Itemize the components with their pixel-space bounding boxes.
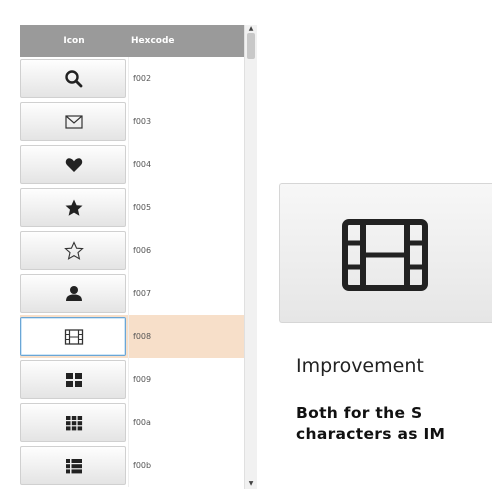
hex-cell: f007: [133, 289, 152, 298]
icon-preview-panel: [279, 183, 492, 323]
cell-divider: [128, 444, 129, 487]
table-row[interactable]: f00a: [20, 401, 246, 444]
hex-cell: f008: [133, 332, 152, 341]
cell-divider: [128, 358, 129, 401]
hex-cell: f004: [133, 160, 152, 169]
cell-divider: [128, 186, 129, 229]
film-icon: [342, 219, 428, 291]
icon-cell-button[interactable]: [20, 360, 126, 399]
table-row[interactable]: f006: [20, 229, 246, 272]
table-row[interactable]: f009: [20, 358, 246, 401]
icon-table: Icon Hexcode f002 f003 f004 f005 f006 f0…: [20, 25, 258, 489]
icon-cell-button[interactable]: [20, 274, 126, 313]
cell-divider: [128, 401, 129, 444]
scroll-up-arrow-icon[interactable]: ▲: [245, 25, 257, 33]
body-paragraph: Both for the S characters as IM: [296, 403, 445, 445]
icon-cell-button[interactable]: [20, 446, 126, 485]
icon-cell-button[interactable]: [20, 188, 126, 227]
table-row[interactable]: f002: [20, 57, 246, 100]
cell-divider: [128, 143, 129, 186]
hex-cell: f003: [133, 117, 152, 126]
scroll-down-arrow-icon[interactable]: ▼: [245, 479, 257, 489]
hex-cell: f002: [133, 74, 152, 83]
icon-cell-button[interactable]: [20, 145, 126, 184]
scroll-thumb[interactable]: [247, 33, 255, 59]
body-line-1: Both for the S: [296, 404, 423, 422]
user-icon: [66, 286, 82, 301]
table-row[interactable]: f007: [20, 272, 246, 315]
table-row[interactable]: f00b: [20, 444, 246, 487]
cell-divider: [128, 272, 129, 315]
hex-cell: f005: [133, 203, 152, 212]
star-icon: [65, 199, 83, 216]
table-row[interactable]: f003: [20, 100, 246, 143]
search-icon: [65, 70, 83, 88]
cell-divider: [128, 315, 129, 358]
icon-cell-button[interactable]: [20, 59, 126, 98]
film-icon: [64, 329, 84, 345]
column-header-icon[interactable]: Icon: [20, 25, 128, 57]
hex-cell: f009: [133, 375, 152, 384]
icon-cell-button[interactable]: [20, 102, 126, 141]
cell-divider: [128, 100, 129, 143]
table-row[interactable]: f004: [20, 143, 246, 186]
hex-cell: f006: [133, 246, 152, 255]
table-body: f002 f003 f004 f005 f006 f007 f008 f009 …: [20, 57, 246, 489]
th-large-icon: [66, 373, 82, 387]
cell-divider: [128, 57, 129, 100]
star-outline-icon: [64, 241, 84, 260]
hex-cell: f00b: [133, 461, 152, 470]
icon-cell-button[interactable]: [20, 317, 126, 356]
table-row[interactable]: f005: [20, 186, 246, 229]
table-row-selected[interactable]: f008: [20, 315, 246, 358]
th-list-icon: [66, 459, 82, 474]
table-header: Icon Hexcode: [20, 25, 246, 57]
hex-cell: f00a: [133, 418, 151, 427]
icon-cell-button[interactable]: [20, 231, 126, 270]
th-icon: [66, 416, 83, 431]
envelope-icon: [65, 115, 83, 129]
body-line-2: characters as IM: [296, 425, 446, 443]
heart-icon: [65, 158, 83, 172]
cell-divider: [128, 229, 129, 272]
table-scrollbar[interactable]: ▲ ▼: [244, 25, 257, 489]
icon-cell-button[interactable]: [20, 403, 126, 442]
column-header-hexcode[interactable]: Hexcode: [131, 25, 241, 57]
section-heading: Improvement: [296, 355, 424, 377]
